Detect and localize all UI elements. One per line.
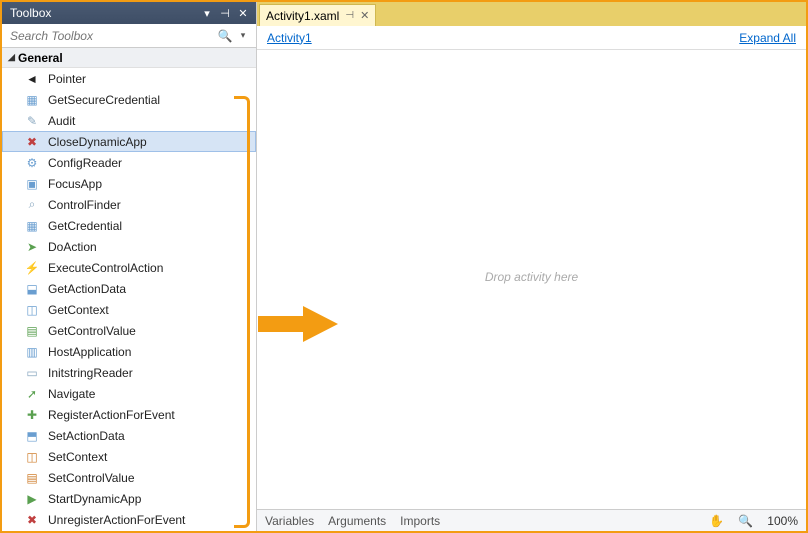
tool-item-label: UnregisterActionForEvent (48, 513, 185, 527)
tool-item-closedynamicapp[interactable]: ✖ CloseDynamicApp (2, 131, 256, 152)
breadcrumb-bar: Activity1 Expand All (257, 26, 806, 50)
tool-item-label: Pointer (48, 72, 86, 86)
search-row: 🔍 ▾ (2, 24, 256, 48)
setactiondata-icon: ⬒ (24, 428, 40, 444)
tool-item-navigate[interactable]: ➚ Navigate (2, 383, 256, 404)
focusapp-icon: ▣ (24, 176, 40, 192)
caret-down-icon: ◢ (8, 52, 18, 63)
tool-item-label: GetControlValue (48, 324, 136, 338)
zoom-level: 100% (767, 514, 798, 528)
tool-item-getcredential[interactable]: ▦ GetCredential (2, 215, 256, 236)
tool-item-executecontrolaction[interactable]: ⚡ ExecuteControlAction (2, 257, 256, 278)
tool-item-focusapp[interactable]: ▣ FocusApp (2, 173, 256, 194)
tab-strip: Activity1.xaml ⊣ ✕ (257, 2, 806, 26)
bottom-bar: Variables Arguments Imports ✋ 🔍 100% (257, 509, 806, 531)
tool-item-doaction[interactable]: ➤ DoAction (2, 236, 256, 257)
toolbox-panel: Toolbox ▾ ⊣ ✕ 🔍 ▾ ◢ General ◄ Pointer ▦ Get… (2, 2, 257, 531)
getcredential-icon: ▦ (24, 218, 40, 234)
close-icon[interactable]: ✕ (234, 4, 252, 22)
tool-item-label: FocusApp (48, 177, 102, 191)
bottom-tab-variables[interactable]: Variables (265, 514, 314, 528)
tool-item-label: GetContext (48, 303, 109, 317)
expand-all-link[interactable]: Expand All (739, 31, 796, 45)
tool-item-unregisteractionforevent[interactable]: ✖ UnregisterActionForEvent (2, 509, 256, 530)
doaction-icon: ➤ (24, 239, 40, 255)
executecontrolaction-icon: ⚡ (24, 260, 40, 276)
tool-item-label: StartDynamicApp (48, 492, 141, 506)
search-input[interactable] (6, 27, 216, 45)
bottom-tab-imports[interactable]: Imports (400, 514, 440, 528)
tool-item-label: DoAction (48, 240, 97, 254)
search-clear-icon[interactable]: ▾ (234, 30, 252, 41)
tool-item-setcontrolvalue[interactable]: ▤ SetControlValue (2, 467, 256, 488)
navigate-icon: ➚ (24, 386, 40, 402)
tool-item-hostapplication[interactable]: ▥ HostApplication (2, 341, 256, 362)
tool-item-initstringreader[interactable]: ▭ InitstringReader (2, 362, 256, 383)
tool-item-getactiondata[interactable]: ⬓ GetActionData (2, 278, 256, 299)
configreader-icon: ⚙ (24, 155, 40, 171)
getcontrolvalue-icon: ▤ (24, 323, 40, 339)
tab-activity1[interactable]: Activity1.xaml ⊣ ✕ (259, 4, 376, 26)
unregisteractionforevent-icon: ✖ (24, 512, 40, 528)
initstringreader-icon: ▭ (24, 365, 40, 381)
toolbox-titlebar: Toolbox ▾ ⊣ ✕ (2, 2, 256, 24)
tool-item-label: SetControlValue (48, 471, 135, 485)
bottom-tab-arguments[interactable]: Arguments (328, 514, 386, 528)
close-icon[interactable]: ✕ (360, 9, 369, 22)
tool-item-label: InitstringReader (48, 366, 133, 380)
tool-item-getcontrolvalue[interactable]: ▤ GetControlValue (2, 320, 256, 341)
tool-item-startdynamicapp[interactable]: ▶ StartDynamicApp (2, 488, 256, 509)
tool-item-label: GetCredential (48, 219, 122, 233)
tool-item-label: SetContext (48, 450, 107, 464)
tool-item-configreader[interactable]: ⚙ ConfigReader (2, 152, 256, 173)
tool-item-getcontext[interactable]: ◫ GetContext (2, 299, 256, 320)
tool-item-audit[interactable]: ✎ Audit (2, 110, 256, 131)
closedynamicapp-icon: ✖ (24, 134, 40, 150)
registeractionforevent-icon: ✚ (24, 407, 40, 423)
setcontrolvalue-icon: ▤ (24, 470, 40, 486)
category-header-general[interactable]: ◢ General (2, 48, 256, 68)
tool-item-getsecurecredential[interactable]: ▦ GetSecureCredential (2, 89, 256, 110)
search-icon[interactable]: 🔍 (216, 29, 234, 43)
designer-panel: Activity1.xaml ⊣ ✕ Activity1 Expand All … (257, 2, 806, 531)
getcontext-icon: ◫ (24, 302, 40, 318)
dropdown-icon[interactable]: ▾ (198, 4, 216, 22)
pin-icon[interactable]: ⊣ (216, 4, 234, 22)
designer-canvas[interactable]: Drop activity here (257, 50, 806, 509)
tool-item-label: CloseDynamicApp (48, 135, 147, 149)
pan-icon[interactable]: ✋ (709, 514, 724, 528)
tool-item-pointer[interactable]: ◄ Pointer (2, 68, 256, 89)
breadcrumb-root[interactable]: Activity1 (267, 31, 312, 45)
controlfinder-icon: ⌕ (24, 197, 40, 213)
tool-item-controlfinder[interactable]: ⌕ ControlFinder (2, 194, 256, 215)
audit-icon: ✎ (24, 113, 40, 129)
tool-item-setcontext[interactable]: ◫ SetContext (2, 446, 256, 467)
tool-item-label: Audit (48, 114, 75, 128)
zoom-icon[interactable]: 🔍 (738, 514, 753, 528)
toolbox-items: ◄ Pointer ▦ GetSecureCredential ✎ Audit ✖ Close… (2, 68, 256, 531)
tool-item-label: GetSecureCredential (48, 93, 160, 107)
getactiondata-icon: ⬓ (24, 281, 40, 297)
tool-item-label: GetActionData (48, 282, 126, 296)
drop-hint: Drop activity here (485, 270, 578, 284)
tool-item-label: SetActionData (48, 429, 125, 443)
startdynamicapp-icon: ▶ (24, 491, 40, 507)
pointer-icon: ◄ (24, 71, 40, 87)
category-label: General (18, 51, 63, 65)
hostapplication-icon: ▥ (24, 344, 40, 360)
getsecurecredential-icon: ▦ (24, 92, 40, 108)
tool-item-setactiondata[interactable]: ⬒ SetActionData (2, 425, 256, 446)
tool-item-label: Navigate (48, 387, 95, 401)
tool-item-label: ConfigReader (48, 156, 122, 170)
tab-label: Activity1.xaml (266, 9, 339, 23)
setcontext-icon: ◫ (24, 449, 40, 465)
toolbox-title: Toolbox (10, 6, 51, 20)
tool-item-label: ControlFinder (48, 198, 121, 212)
tool-item-label: ExecuteControlAction (48, 261, 163, 275)
pin-icon[interactable]: ⊣ (345, 10, 354, 21)
tool-item-label: HostApplication (48, 345, 131, 359)
tool-item-registeractionforevent[interactable]: ✚ RegisterActionForEvent (2, 404, 256, 425)
tool-item-label: RegisterActionForEvent (48, 408, 175, 422)
